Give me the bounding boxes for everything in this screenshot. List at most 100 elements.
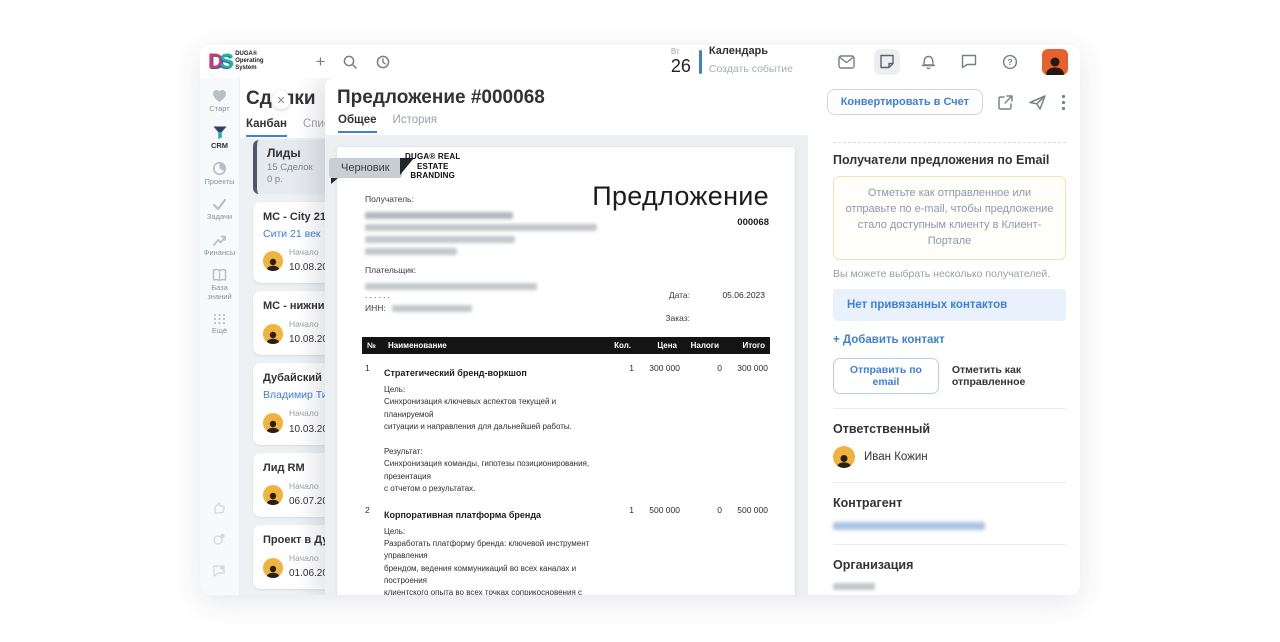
tab-general[interactable]: Общее bbox=[338, 114, 377, 133]
redacted-recipient-contact bbox=[365, 248, 457, 255]
deal-avatar bbox=[263, 557, 283, 578]
item-tax: 0 bbox=[717, 363, 722, 373]
chat-button[interactable] bbox=[956, 49, 982, 75]
document-number: 000068 bbox=[737, 217, 769, 228]
note-icon bbox=[880, 54, 894, 69]
col-total: Итого bbox=[742, 341, 765, 350]
deal-avatar bbox=[263, 251, 283, 272]
deal-start-label: Начало bbox=[289, 480, 319, 491]
calendar-create-event[interactable]: Создать событие bbox=[709, 63, 793, 75]
calendar-widget[interactable]: Календарь Создать событие bbox=[709, 45, 793, 78]
open-in-new-icon[interactable] bbox=[997, 94, 1014, 111]
sidebar-item-crm[interactable]: CRM bbox=[200, 125, 239, 151]
items-table-header: № Наименование Кол. Цена Налоги Итого bbox=[362, 337, 770, 354]
payer-label: Плательщик: bbox=[365, 265, 417, 275]
misc-icon-2 bbox=[213, 533, 225, 545]
date-day: 26 bbox=[670, 55, 691, 76]
send-by-email-label: Отправить по email bbox=[849, 363, 922, 388]
deal-start-date: 10.08.20 bbox=[289, 262, 328, 274]
redacted-counterparty-link[interactable] bbox=[833, 521, 985, 530]
logo-text: DUGA® Operating System bbox=[235, 50, 264, 72]
email-recipients-input[interactable]: Отметьте как отправленное или отправьте … bbox=[833, 176, 1066, 260]
sidebar-item-start[interactable]: Старт bbox=[200, 89, 239, 114]
sidebar-item-label: Финансы bbox=[203, 247, 236, 257]
col-number: № bbox=[367, 341, 376, 350]
redacted-organization-value bbox=[833, 582, 875, 590]
col-name: Наименование bbox=[388, 341, 447, 350]
redacted-recipient-name bbox=[365, 212, 513, 219]
proposal-document: Черновик DUGA® REAL ESTATE BRANDING Полу… bbox=[329, 147, 795, 595]
convert-to-invoice-button[interactable]: Конвертировать в Счет bbox=[826, 89, 983, 115]
responsible-name[interactable]: Иван Кожин bbox=[864, 451, 928, 463]
app-logo[interactable]: DS DUGA® Operating System bbox=[208, 51, 264, 73]
tab-history[interactable]: История bbox=[393, 114, 438, 133]
col-qty: Кол. bbox=[614, 341, 631, 350]
sidebar-item-finance[interactable]: Финансы bbox=[200, 233, 239, 258]
sidebar-item-label: Проекты bbox=[204, 177, 235, 187]
item-qty: 1 bbox=[629, 363, 634, 373]
send-by-email-button[interactable]: Отправить по email bbox=[833, 357, 939, 394]
more-menu-icon[interactable] bbox=[1061, 94, 1066, 111]
tab-kanban[interactable]: Канбан bbox=[246, 118, 287, 137]
sidebar-item-label: CRM bbox=[210, 140, 229, 150]
inn-label: ИНН: bbox=[365, 303, 386, 313]
vendor-logo: DUGA® REAL ESTATE BRANDING bbox=[405, 152, 461, 181]
divider bbox=[833, 407, 1066, 409]
sidebar-item-more[interactable]: Ещё bbox=[200, 312, 239, 336]
crm-funnel-icon bbox=[213, 126, 226, 139]
sidebar-item-projects[interactable]: Проекты bbox=[200, 161, 239, 187]
redacted-recipient-address bbox=[365, 224, 597, 231]
deal-start-label: Начало bbox=[289, 408, 319, 419]
divider bbox=[833, 481, 1066, 483]
sidebar-rail: Старт CRM Проекты Задачи Финансы База зн… bbox=[200, 78, 240, 595]
sidebar-item-label: Старт bbox=[209, 104, 230, 113]
item-name: Стратегический бренд-воркшоп bbox=[384, 368, 527, 378]
item-total: 500 000 bbox=[737, 504, 768, 515]
order-label: Заказ: bbox=[665, 313, 690, 323]
svg-text:?: ? bbox=[1007, 57, 1012, 67]
notes-button[interactable] bbox=[874, 48, 900, 75]
more-grid-icon bbox=[213, 314, 226, 325]
deal-avatar bbox=[263, 323, 283, 344]
history-icon[interactable] bbox=[375, 54, 391, 70]
sidebar-item-knowledge-base[interactable]: База знаний bbox=[200, 268, 239, 301]
deal-start-label: Начало bbox=[289, 319, 319, 330]
mark-as-sent-button[interactable]: Отметить как отправленное bbox=[952, 364, 1066, 388]
close-icon: ✕ bbox=[276, 94, 286, 107]
mail-button[interactable] bbox=[833, 49, 859, 75]
item-description: Цель: Разработать платформу бренда: ключ… bbox=[384, 526, 590, 595]
item-price: 300 000 bbox=[649, 363, 680, 373]
email-recipients-hint: Вы можете выбрать несколько получателей. bbox=[833, 267, 1051, 280]
send-icon[interactable] bbox=[1028, 94, 1047, 111]
search-icon[interactable] bbox=[342, 54, 358, 70]
item-tax: 0 bbox=[717, 504, 722, 515]
deal-start-date: 10.08.20 bbox=[289, 334, 328, 346]
col-price: Цена bbox=[657, 341, 677, 350]
finance-icon bbox=[213, 235, 226, 246]
item-total: 300 000 bbox=[737, 363, 768, 373]
close-deals-tab-button[interactable]: ✕ bbox=[272, 91, 290, 109]
topbar-date: Вт 26 bbox=[670, 47, 691, 76]
deal-avatar bbox=[263, 485, 283, 506]
notifications-button[interactable] bbox=[915, 49, 941, 75]
add-icon[interactable]: + bbox=[316, 53, 326, 70]
item-number: 1 bbox=[365, 363, 370, 373]
mail-icon bbox=[837, 54, 855, 69]
item-row: 1 Стратегический бренд-воркшоп Цель: Син… bbox=[362, 354, 770, 496]
convert-to-invoice-label: Конвертировать в Счет bbox=[840, 96, 969, 108]
deal-avatar bbox=[263, 413, 283, 434]
misc-icon-3 bbox=[213, 565, 225, 577]
redacted-payer-name bbox=[365, 283, 537, 290]
deal-start-date: 06.07.20 bbox=[289, 496, 328, 508]
help-button[interactable]: ? bbox=[997, 49, 1023, 75]
counterparty-title: Контрагент bbox=[833, 495, 903, 510]
date-value: 05.06.2023 bbox=[722, 290, 765, 300]
deal-start-label: Начало bbox=[289, 553, 319, 564]
responsible-title: Ответственный bbox=[833, 421, 931, 436]
add-contact-link[interactable]: + Добавить контакт bbox=[833, 334, 1066, 346]
draft-ribbon: Черновик bbox=[329, 158, 414, 184]
user-avatar[interactable] bbox=[1042, 48, 1068, 75]
proposal-sidebar: Получатели предложения по Email Отметьте… bbox=[808, 135, 1080, 595]
sidebar-item-tasks[interactable]: Задачи bbox=[200, 198, 239, 222]
draft-ribbon-label: Черновик bbox=[341, 162, 390, 174]
